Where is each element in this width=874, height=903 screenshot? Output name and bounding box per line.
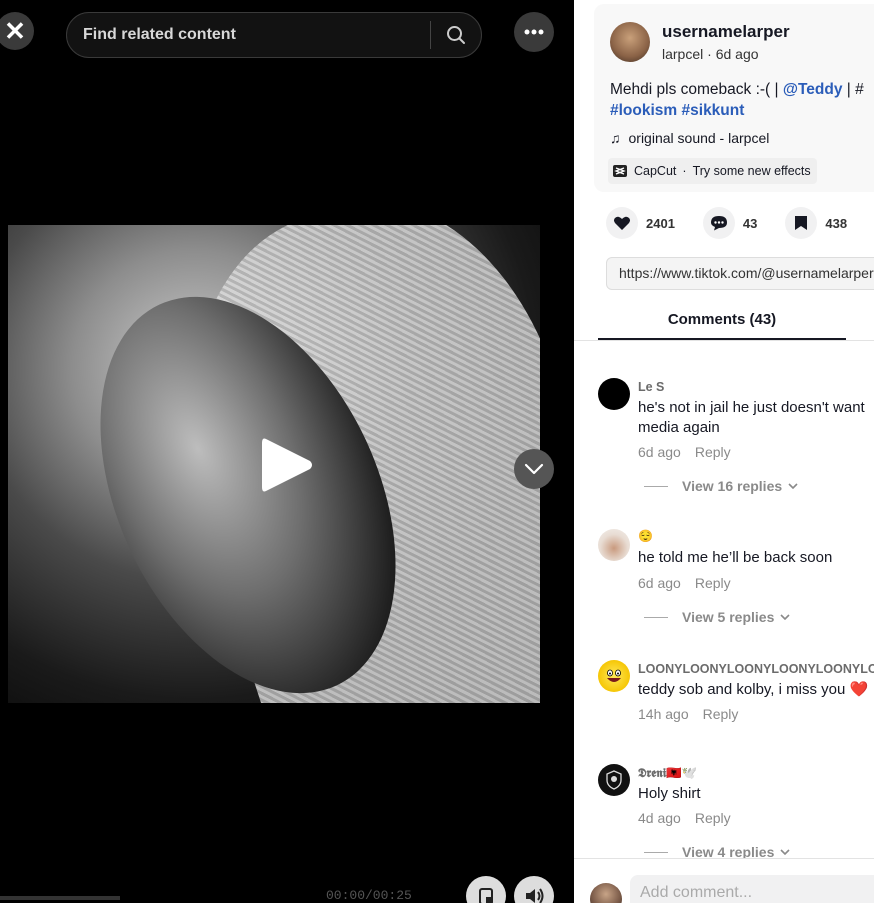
comment-text: Holy shirt <box>638 785 701 802</box>
capcut-separator: · <box>682 164 687 178</box>
view-replies-label: View 5 replies <box>682 609 775 625</box>
replies-line <box>644 851 668 853</box>
video-frame[interactable] <box>8 225 540 703</box>
replies-line <box>644 485 668 487</box>
search-bar <box>66 12 482 58</box>
commenter-name[interactable]: 😌 <box>638 529 653 543</box>
heart-icon <box>614 216 630 230</box>
add-comment-bar <box>574 858 874 903</box>
floating-player-button[interactable] <box>466 876 506 903</box>
author-subline: larpcel · 6d ago <box>662 46 759 62</box>
save-count: 438 <box>825 215 848 231</box>
comment-meta: 6d ago Reply <box>638 575 731 591</box>
add-comment-input[interactable] <box>630 875 874 903</box>
view-replies-button[interactable]: View 16 replies <box>644 478 798 494</box>
view-replies-label: View 16 replies <box>682 478 783 494</box>
caption: Mehdi pls comeback :-( | @Teddy | # #loo… <box>610 79 874 121</box>
post-date: 6d ago <box>715 46 759 62</box>
comment-text: he's not in jail he just doesn't want me… <box>638 399 865 436</box>
like-count: 2401 <box>646 215 675 231</box>
capcut-icon <box>613 165 627 177</box>
search-icon <box>447 26 465 44</box>
time-label: 00:00/00:25 <box>326 888 412 903</box>
volume-icon <box>526 888 544 903</box>
play-icon <box>262 438 312 492</box>
comment-meta: 6d ago Reply <box>638 444 731 460</box>
mention-link[interactable]: @Teddy <box>783 81 843 98</box>
commenter-name[interactable]: LOONYLOONYLOONYLOONYLOONYLO <box>638 662 874 676</box>
my-avatar <box>590 883 622 903</box>
video-player: ✕ 00:00/00:25 <box>0 0 574 903</box>
author-avatar[interactable] <box>610 22 650 62</box>
caption-separator: | # <box>842 81 864 98</box>
play-button[interactable] <box>256 433 316 497</box>
volume-button[interactable] <box>514 876 554 903</box>
tab-divider <box>574 340 874 341</box>
reply-button[interactable]: Reply <box>695 810 731 826</box>
replies-line <box>644 616 668 618</box>
stats-row: 2401 43 438 <box>606 207 874 239</box>
search-input[interactable] <box>67 26 430 44</box>
comment-date: 14h ago <box>638 706 689 722</box>
capcut-anchor[interactable]: CapCut · Try some new effects <box>608 158 817 184</box>
capcut-label: CapCut <box>634 164 677 178</box>
view-replies-button[interactable]: View 5 replies <box>644 609 790 625</box>
author-nickname[interactable]: larpcel <box>662 46 703 62</box>
save-button[interactable]: 438 <box>785 207 847 239</box>
hashtag-link[interactable]: #sikkunt <box>682 102 745 119</box>
description-card: usernamelarper larpcel · 6d ago Mehdi pl… <box>594 4 874 192</box>
like-button[interactable]: 2401 <box>606 207 675 239</box>
comment-date: 6d ago <box>638 575 681 591</box>
comment-icon <box>710 216 727 231</box>
hashtag-link[interactable]: #lookism <box>610 102 677 119</box>
music-note-icon: ♫ <box>610 130 621 146</box>
comment-text: he told me he’ll be back soon <box>638 549 833 566</box>
username[interactable]: usernamelarper <box>662 22 790 42</box>
chevron-down-icon <box>788 483 798 489</box>
more-icon <box>524 29 544 35</box>
comment-date: 4d ago <box>638 810 681 826</box>
search-button[interactable] <box>431 13 481 57</box>
comment-count: 43 <box>742 215 758 231</box>
commenter-name[interactable]: 𝕯𝖗𝖊𝖓𝖎🇦🇱🕊️ <box>638 766 697 781</box>
close-button[interactable]: ✕ <box>0 12 34 50</box>
more-options-button[interactable] <box>514 12 554 52</box>
comment-meta: 14h ago Reply <box>638 706 738 722</box>
commenter-name[interactable]: Le S <box>638 380 664 394</box>
tab-comments[interactable]: Comments (43) <box>598 311 846 328</box>
caption-text: Mehdi pls comeback :-( | <box>610 81 783 98</box>
commenter-avatar[interactable] <box>598 660 630 692</box>
comment-text: teddy sob and kolby, i miss you ❤️ <box>638 681 869 698</box>
comment-button[interactable]: 43 <box>702 207 758 239</box>
video-link-field[interactable]: https://www.tiktok.com/@usernamelarper <box>606 257 874 290</box>
progress-bar[interactable] <box>0 896 120 900</box>
music-row[interactable]: ♫ original sound - larpcel <box>610 130 769 146</box>
details-panel: usernamelarper larpcel · 6d ago Mehdi pl… <box>574 0 874 903</box>
smiley-icon <box>607 669 621 682</box>
commenter-avatar[interactable] <box>598 378 630 410</box>
crest-icon <box>606 770 622 790</box>
reply-button[interactable]: Reply <box>695 575 731 591</box>
bookmark-icon <box>795 216 808 230</box>
close-icon: ✕ <box>4 15 26 46</box>
reply-button[interactable]: Reply <box>703 706 739 722</box>
next-video-button[interactable] <box>514 449 554 489</box>
reply-button[interactable]: Reply <box>695 444 731 460</box>
chevron-down-icon <box>524 463 544 475</box>
music-title: original sound - larpcel <box>628 130 770 146</box>
comment-meta: 4d ago Reply <box>638 810 731 826</box>
floating-player-icon <box>479 888 493 903</box>
commenter-avatar[interactable] <box>598 764 630 796</box>
chevron-down-icon <box>780 849 790 855</box>
comment-date: 6d ago <box>638 444 681 460</box>
chevron-down-icon <box>780 614 790 620</box>
commenter-avatar[interactable] <box>598 529 630 561</box>
capcut-action: Try some new effects <box>692 164 811 178</box>
